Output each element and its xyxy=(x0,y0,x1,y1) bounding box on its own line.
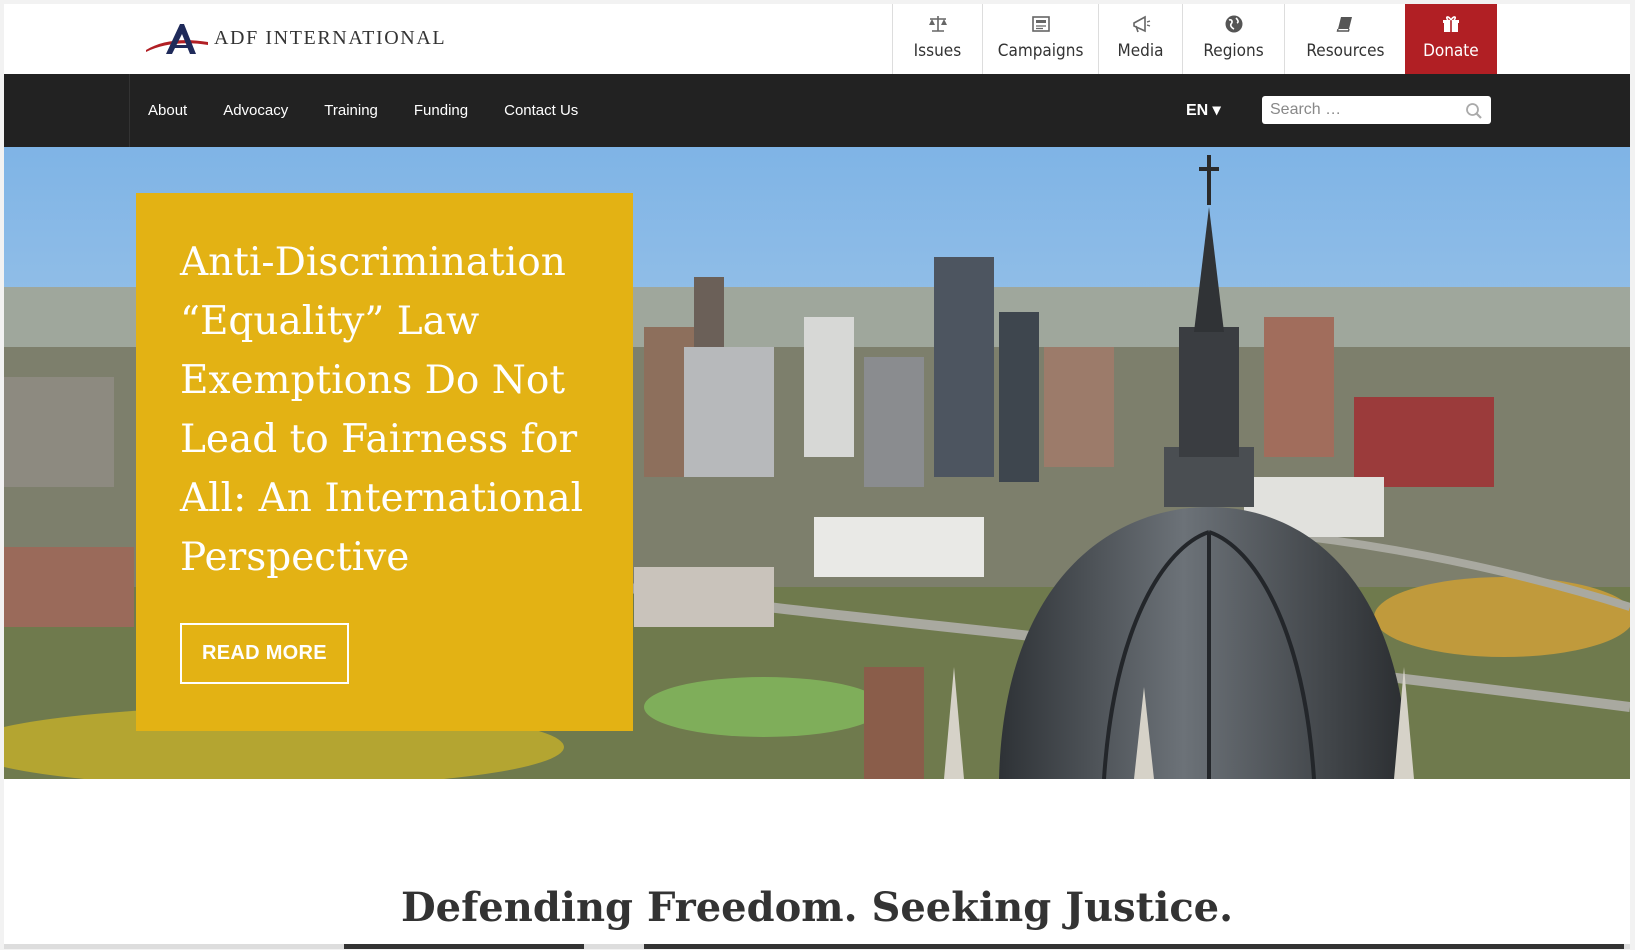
secondary-nav-links: About Advocacy Training Funding Contact … xyxy=(129,74,596,147)
search-box xyxy=(1262,96,1491,124)
globe-icon xyxy=(1223,13,1245,35)
page: ADF INTERNATIONAL Issues Campaigns Media xyxy=(4,4,1630,949)
topnav-media[interactable]: Media xyxy=(1098,4,1182,74)
language-selector[interactable]: EN ▾ xyxy=(1186,100,1221,120)
hero-card: Anti-Discrimination “Equality” Law Exemp… xyxy=(136,193,633,731)
gift-icon xyxy=(1440,13,1462,35)
topnav-label: Campaigns xyxy=(997,41,1084,61)
read-more-button[interactable]: READ MORE xyxy=(180,623,349,684)
topnav-label: Resources xyxy=(1305,41,1385,61)
topnav-issues[interactable]: Issues xyxy=(892,4,982,74)
hero-banner: Anti-Discrimination “Equality” Law Exemp… xyxy=(4,147,1630,779)
search-input[interactable] xyxy=(1270,101,1460,119)
topnav-regions[interactable]: Regions xyxy=(1182,4,1284,74)
megaphone-icon xyxy=(1130,13,1152,35)
strip-segment xyxy=(344,944,584,949)
scales-icon xyxy=(927,13,949,35)
book-icon xyxy=(1334,13,1356,35)
topnav-campaigns[interactable]: Campaigns xyxy=(982,4,1098,74)
hero-title[interactable]: Anti-Discrimination “Equality” Law Exemp… xyxy=(180,233,589,587)
donate-button[interactable]: Donate xyxy=(1405,4,1497,74)
topnav-resources[interactable]: Resources xyxy=(1284,4,1405,74)
site-logo[interactable]: ADF INTERNATIONAL xyxy=(144,18,446,58)
search-icon[interactable] xyxy=(1465,102,1483,120)
topnav-label: Media xyxy=(1117,41,1164,61)
strip-segment xyxy=(644,944,1624,949)
topnav-label: Issues xyxy=(913,41,962,61)
nav-about[interactable]: About xyxy=(130,102,205,119)
nav-contact-us[interactable]: Contact Us xyxy=(486,102,596,119)
topnav-label: Regions xyxy=(1203,41,1264,61)
tagline-heading: Defending Freedom. Seeking Justice. xyxy=(400,884,1234,931)
top-bar: ADF INTERNATIONAL Issues Campaigns Media xyxy=(4,4,1630,75)
nav-funding[interactable]: Funding xyxy=(396,102,486,119)
secondary-nav: About Advocacy Training Funding Contact … xyxy=(4,74,1630,147)
logo-text: ADF INTERNATIONAL xyxy=(214,26,447,49)
nav-training[interactable]: Training xyxy=(306,102,396,119)
newspaper-icon xyxy=(1030,13,1052,35)
nav-advocacy[interactable]: Advocacy xyxy=(205,102,306,119)
bottom-strip xyxy=(4,944,1630,949)
top-nav: Issues Campaigns Media Regions Resources… xyxy=(892,4,1497,74)
topnav-label: Donate xyxy=(1423,41,1479,61)
adf-logo-icon xyxy=(146,24,208,54)
